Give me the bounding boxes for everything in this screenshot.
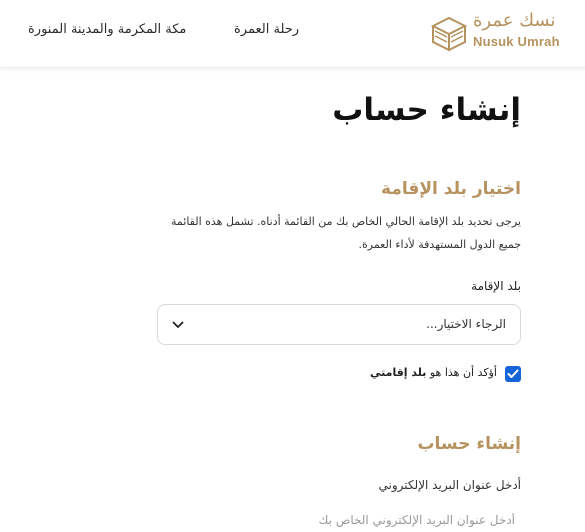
check-icon <box>507 369 519 378</box>
select-selected-value: الرجاء الاختيار... <box>426 317 506 331</box>
chevron-down-icon <box>172 321 184 328</box>
page-title: إنشاء حساب <box>332 92 521 128</box>
logo-english-text: Nusuk Umrah <box>473 34 560 49</box>
residence-country-select[interactable]: الرجاء الاختيار... <box>157 304 521 345</box>
kaaba-logo-icon <box>430 16 468 52</box>
confirm-residence-checkbox[interactable] <box>505 366 521 382</box>
confirm-residence-row: أؤكد أن هذا هو بلد إقامتي <box>221 364 521 384</box>
confirm-prefix-text: أؤكد أن هذا هو <box>429 366 497 379</box>
nusuk-umrah-logo[interactable]: نسك عمرة Nusuk Umrah <box>429 10 579 58</box>
logo-arabic-text: نسك عمرة <box>473 10 556 31</box>
residence-section-title: اختيار بلد الإقامة <box>381 179 521 199</box>
email-field[interactable] <box>157 500 521 532</box>
confirm-bold-text: بلد إقامتي <box>370 366 427 379</box>
residence-field-label: بلد الإقامة <box>471 279 521 293</box>
email-field-label: أدخل عنوان البريد الإلكتروني <box>378 478 521 492</box>
top-navbar: نسك عمرة Nusuk Umrah رحلة العمرة مكة الم… <box>0 0 585 68</box>
residence-description: يرجى تحديد بلد الإقامة الحالي الخاص بك م… <box>171 215 521 251</box>
nav-link-makkah-madinah[interactable]: مكة المكرمة والمدينة المنورة <box>28 22 186 37</box>
confirm-residence-label: أؤكد أن هذا هو بلد إقامتي <box>370 366 497 379</box>
nav-link-umrah-trip[interactable]: رحلة العمرة <box>234 22 299 37</box>
account-section-title: إنشاء حساب <box>417 434 521 454</box>
